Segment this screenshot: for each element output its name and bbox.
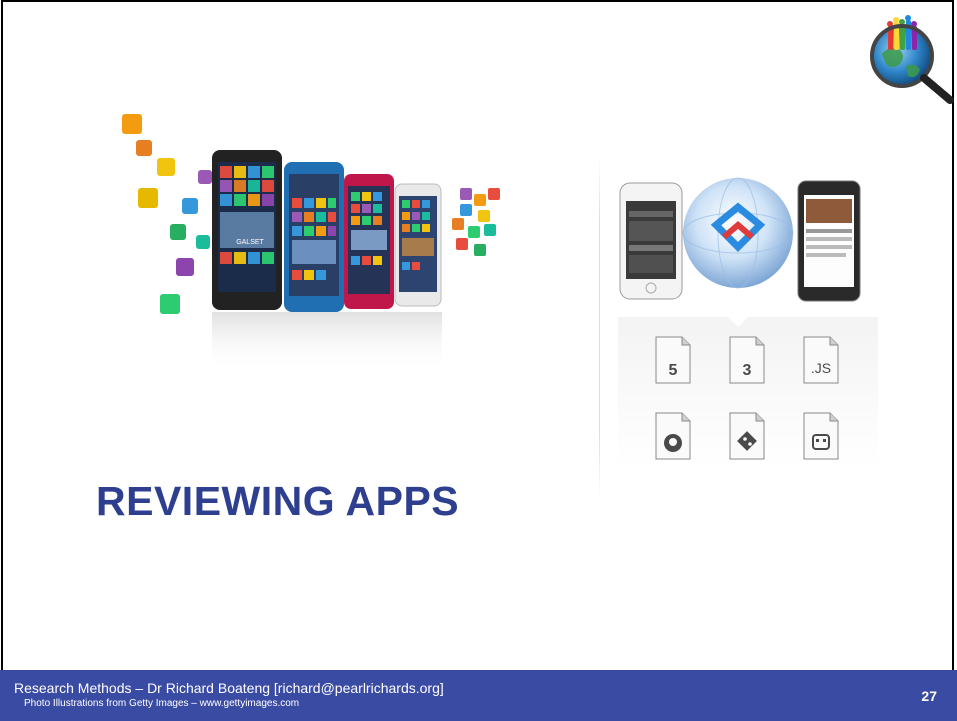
footer-credit-line: Photo Illustrations from Getty Images – … (24, 698, 300, 709)
html5-label: 5 (669, 362, 678, 379)
slide-title: REVIEWING APPS (96, 478, 460, 524)
javascript-label: .JS (811, 360, 831, 376)
git-file-icon (729, 412, 765, 460)
phone-screen-text: GALSET (236, 239, 264, 246)
cross-platform-dev-illustration: 5 3 .JS (618, 177, 878, 467)
footer-author-line: Research Methods – Dr Richard Boateng [r… (14, 680, 444, 696)
css3-label: 3 (743, 362, 752, 379)
page-number: 27 (921, 688, 937, 704)
smartphones-apps-illustration: GALSET (122, 114, 500, 372)
github-file-icon (655, 412, 691, 460)
globe-magnifier-logo (870, 15, 954, 104)
package-file-icon (803, 412, 839, 460)
footer-bar: Research Methods – Dr Richard Boateng [r… (0, 670, 957, 721)
slide: GALSET 5 3 .JS REVIEWING APPS Research M… (0, 0, 957, 721)
